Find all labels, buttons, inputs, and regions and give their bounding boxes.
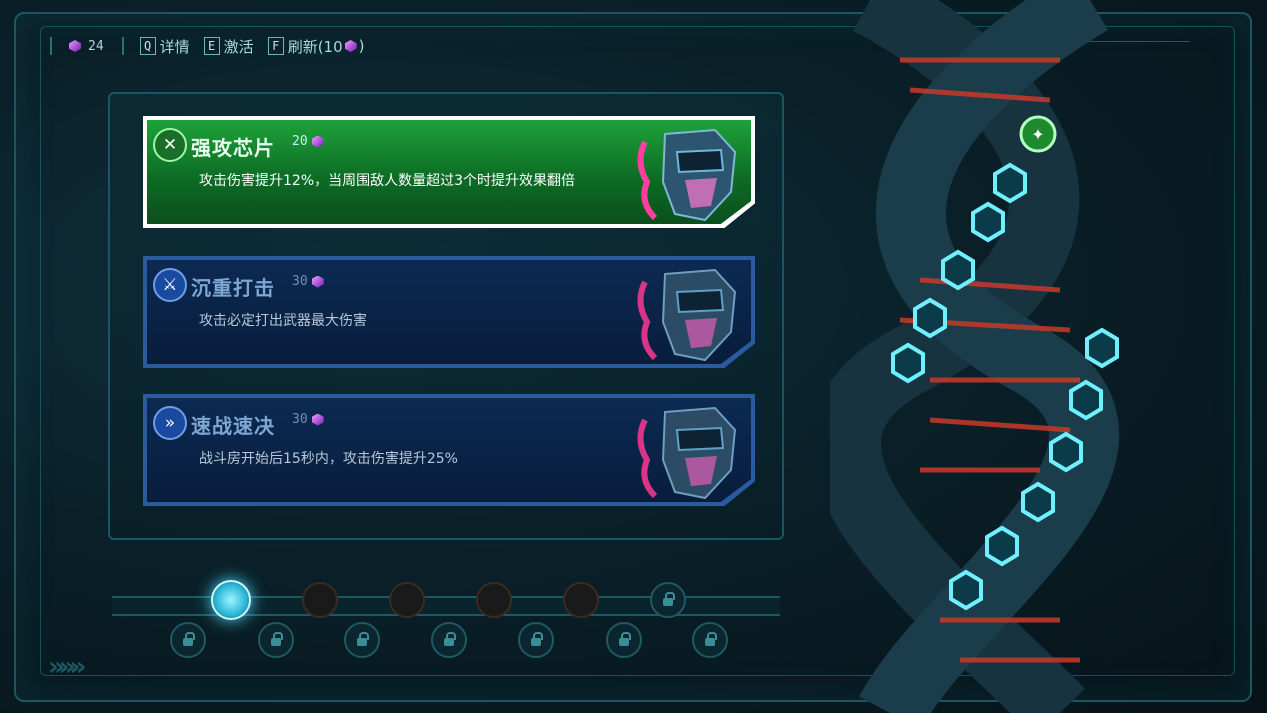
chip-name: 沉重打击 <box>191 276 275 300</box>
chip-card-selected[interactable]: ✕ 强攻芯片 20 攻击伤害提升12%，当周围敌人数量超过3个时提升效果翻倍 <box>143 116 755 228</box>
command-label-suffix: ) <box>358 37 365 55</box>
loadout-slot-locked[interactable] <box>431 622 467 658</box>
chip-name: 速战速决 <box>191 414 275 438</box>
lock-icon <box>444 632 456 646</box>
loadout-slot-character[interactable] <box>563 582 599 618</box>
cost-value: 30 <box>292 274 308 289</box>
key-hint: E <box>203 37 220 55</box>
loadout-slot-locked[interactable] <box>170 622 206 658</box>
lock-icon <box>357 632 369 646</box>
loadout-slot-locked[interactable] <box>518 622 554 658</box>
loadout-slot-active[interactable] <box>211 580 251 620</box>
currency-gem-icon <box>344 39 358 53</box>
activate-command[interactable]: E 激活 <box>203 36 254 57</box>
key-hint: F <box>267 37 284 55</box>
command-label: 刷新(10 <box>287 37 343 56</box>
lock-icon <box>183 632 195 646</box>
speed-icon: » <box>153 406 187 440</box>
currency-gem-icon <box>311 275 325 289</box>
loadout-slot-locked[interactable] <box>692 622 728 658</box>
chip-cost: 20 <box>292 134 325 149</box>
loadout-slot-character[interactable] <box>302 582 338 618</box>
chip-description: 攻击伤害提升12%，当周围敌人数量超过3个时提升效果翻倍 <box>199 173 576 189</box>
card-body: ✕ 强攻芯片 20 攻击伤害提升12%，当周围敌人数量超过3个时提升效果翻倍 <box>147 120 751 224</box>
lock-icon <box>663 592 675 606</box>
top-bar: 24 Q 详情 E 激活 F 刷新(10 ) <box>50 32 373 60</box>
refresh-command[interactable]: F 刷新(10 ) <box>267 36 365 57</box>
lock-icon <box>619 632 631 646</box>
loadout-slot-locked[interactable] <box>650 582 686 618</box>
cost-value: 30 <box>292 412 308 427</box>
divider <box>50 37 52 55</box>
currency-count: 24 <box>88 38 104 54</box>
sword-icon: ⚔ <box>153 268 187 302</box>
arrows-decoration: »»» <box>48 652 86 682</box>
loadout-slot-locked[interactable] <box>258 622 294 658</box>
dna-helix-icon: ✦ <box>830 0 1119 713</box>
robot-portrait-icon <box>637 406 737 500</box>
loadout-slot-locked[interactable] <box>606 622 642 658</box>
loadout-slot-locked[interactable] <box>344 622 380 658</box>
currency-gem-icon <box>311 135 325 149</box>
robot-portrait-icon <box>637 268 737 362</box>
svg-text:✦: ✦ <box>1031 125 1044 144</box>
chip-description: 战斗房开始后15秒内，攻击伤害提升25% <box>199 451 458 467</box>
currency-gem-icon <box>311 413 325 427</box>
currency-gem-icon <box>68 39 82 53</box>
lock-icon <box>705 632 717 646</box>
command-label: 激活 <box>223 37 254 56</box>
chip-name: 强攻芯片 <box>191 136 275 160</box>
command-label: 详情 <box>159 37 190 56</box>
chip-description: 攻击必定打出武器最大伤害 <box>199 313 367 329</box>
card-body: ⚔ 沉重打击 30 攻击必定打出武器最大伤害 <box>147 260 751 364</box>
loadout-slot-character[interactable] <box>476 582 512 618</box>
key-hint: Q <box>139 37 156 55</box>
divider <box>121 37 124 55</box>
chip-card[interactable]: » 速战速决 30 战斗房开始后15秒内，攻击伤害提升25% <box>143 394 755 506</box>
lock-icon <box>531 632 543 646</box>
lock-icon <box>271 632 283 646</box>
card-body: » 速战速决 30 战斗房开始后15秒内，攻击伤害提升25% <box>147 398 751 502</box>
loadout-slot-character[interactable] <box>389 582 425 618</box>
chip-cost: 30 <box>292 274 325 289</box>
cost-value: 20 <box>292 134 308 149</box>
crossed-guns-icon: ✕ <box>153 128 187 162</box>
chip-card[interactable]: ⚔ 沉重打击 30 攻击必定打出武器最大伤害 <box>143 256 755 368</box>
details-command[interactable]: Q 详情 <box>139 36 190 57</box>
robot-portrait-icon <box>637 128 737 222</box>
chip-cost: 30 <box>292 412 325 427</box>
